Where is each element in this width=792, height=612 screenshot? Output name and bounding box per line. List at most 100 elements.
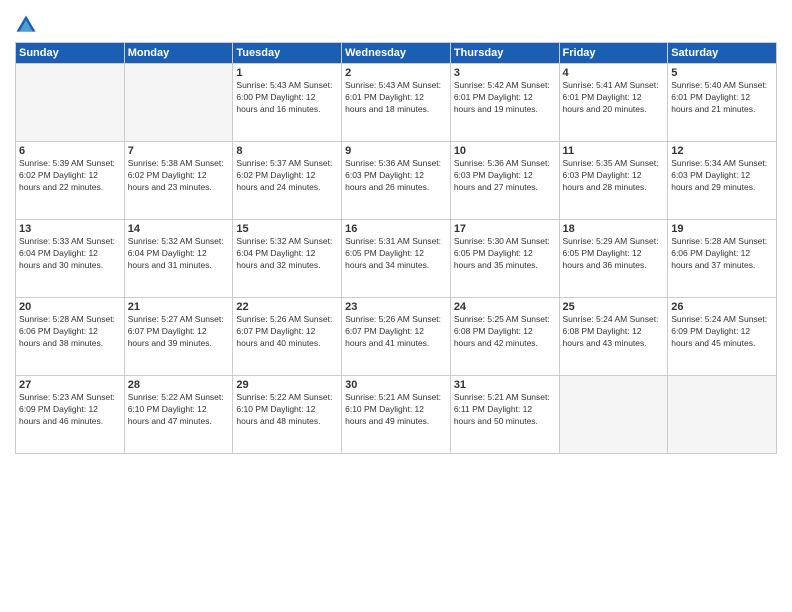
calendar-cell: 13Sunrise: 5:33 AM Sunset: 6:04 PM Dayli… bbox=[16, 220, 125, 298]
day-info: Sunrise: 5:28 AM Sunset: 6:06 PM Dayligh… bbox=[19, 314, 121, 350]
day-info: Sunrise: 5:31 AM Sunset: 6:05 PM Dayligh… bbox=[345, 236, 447, 272]
weekday-header: Monday bbox=[124, 43, 233, 64]
calendar-cell: 11Sunrise: 5:35 AM Sunset: 6:03 PM Dayli… bbox=[559, 142, 668, 220]
day-number: 5 bbox=[671, 67, 773, 79]
calendar-cell: 2Sunrise: 5:43 AM Sunset: 6:01 PM Daylig… bbox=[342, 64, 451, 142]
day-number: 30 bbox=[345, 379, 447, 391]
day-info: Sunrise: 5:36 AM Sunset: 6:03 PM Dayligh… bbox=[345, 158, 447, 194]
calendar-header: SundayMondayTuesdayWednesdayThursdayFrid… bbox=[16, 43, 777, 64]
calendar-cell: 3Sunrise: 5:42 AM Sunset: 6:01 PM Daylig… bbox=[450, 64, 559, 142]
calendar-cell bbox=[16, 64, 125, 142]
weekday-header: Friday bbox=[559, 43, 668, 64]
day-info: Sunrise: 5:22 AM Sunset: 6:10 PM Dayligh… bbox=[128, 392, 230, 428]
day-number: 17 bbox=[454, 223, 556, 235]
calendar-cell: 7Sunrise: 5:38 AM Sunset: 6:02 PM Daylig… bbox=[124, 142, 233, 220]
calendar-cell: 1Sunrise: 5:43 AM Sunset: 6:00 PM Daylig… bbox=[233, 64, 342, 142]
calendar-cell: 19Sunrise: 5:28 AM Sunset: 6:06 PM Dayli… bbox=[668, 220, 777, 298]
day-number: 18 bbox=[563, 223, 665, 235]
day-number: 20 bbox=[19, 301, 121, 313]
calendar-cell: 29Sunrise: 5:22 AM Sunset: 6:10 PM Dayli… bbox=[233, 376, 342, 454]
calendar-cell: 18Sunrise: 5:29 AM Sunset: 6:05 PM Dayli… bbox=[559, 220, 668, 298]
day-number: 10 bbox=[454, 145, 556, 157]
header bbox=[15, 10, 777, 36]
calendar-cell: 9Sunrise: 5:36 AM Sunset: 6:03 PM Daylig… bbox=[342, 142, 451, 220]
day-number: 8 bbox=[236, 145, 338, 157]
day-number: 1 bbox=[236, 67, 338, 79]
day-number: 21 bbox=[128, 301, 230, 313]
calendar-cell: 23Sunrise: 5:26 AM Sunset: 6:07 PM Dayli… bbox=[342, 298, 451, 376]
day-info: Sunrise: 5:37 AM Sunset: 6:02 PM Dayligh… bbox=[236, 158, 338, 194]
day-number: 11 bbox=[563, 145, 665, 157]
day-info: Sunrise: 5:27 AM Sunset: 6:07 PM Dayligh… bbox=[128, 314, 230, 350]
calendar-cell: 26Sunrise: 5:24 AM Sunset: 6:09 PM Dayli… bbox=[668, 298, 777, 376]
day-info: Sunrise: 5:35 AM Sunset: 6:03 PM Dayligh… bbox=[563, 158, 665, 194]
day-info: Sunrise: 5:42 AM Sunset: 6:01 PM Dayligh… bbox=[454, 80, 556, 116]
day-info: Sunrise: 5:26 AM Sunset: 6:07 PM Dayligh… bbox=[345, 314, 447, 350]
day-number: 25 bbox=[563, 301, 665, 313]
calendar-cell bbox=[559, 376, 668, 454]
day-info: Sunrise: 5:38 AM Sunset: 6:02 PM Dayligh… bbox=[128, 158, 230, 194]
calendar-cell: 20Sunrise: 5:28 AM Sunset: 6:06 PM Dayli… bbox=[16, 298, 125, 376]
weekday-header: Wednesday bbox=[342, 43, 451, 64]
calendar-cell: 14Sunrise: 5:32 AM Sunset: 6:04 PM Dayli… bbox=[124, 220, 233, 298]
day-number: 29 bbox=[236, 379, 338, 391]
day-info: Sunrise: 5:21 AM Sunset: 6:10 PM Dayligh… bbox=[345, 392, 447, 428]
day-info: Sunrise: 5:22 AM Sunset: 6:10 PM Dayligh… bbox=[236, 392, 338, 428]
day-number: 3 bbox=[454, 67, 556, 79]
calendar-cell: 25Sunrise: 5:24 AM Sunset: 6:08 PM Dayli… bbox=[559, 298, 668, 376]
calendar-cell bbox=[668, 376, 777, 454]
day-info: Sunrise: 5:24 AM Sunset: 6:09 PM Dayligh… bbox=[671, 314, 773, 350]
day-number: 13 bbox=[19, 223, 121, 235]
day-number: 12 bbox=[671, 145, 773, 157]
calendar-cell: 6Sunrise: 5:39 AM Sunset: 6:02 PM Daylig… bbox=[16, 142, 125, 220]
day-number: 26 bbox=[671, 301, 773, 313]
calendar-cell: 12Sunrise: 5:34 AM Sunset: 6:03 PM Dayli… bbox=[668, 142, 777, 220]
calendar-week-row: 13Sunrise: 5:33 AM Sunset: 6:04 PM Dayli… bbox=[16, 220, 777, 298]
calendar-cell: 31Sunrise: 5:21 AM Sunset: 6:11 PM Dayli… bbox=[450, 376, 559, 454]
day-number: 2 bbox=[345, 67, 447, 79]
day-number: 23 bbox=[345, 301, 447, 313]
calendar-cell: 28Sunrise: 5:22 AM Sunset: 6:10 PM Dayli… bbox=[124, 376, 233, 454]
day-info: Sunrise: 5:28 AM Sunset: 6:06 PM Dayligh… bbox=[671, 236, 773, 272]
day-number: 31 bbox=[454, 379, 556, 391]
calendar-week-row: 27Sunrise: 5:23 AM Sunset: 6:09 PM Dayli… bbox=[16, 376, 777, 454]
logo bbox=[15, 14, 41, 36]
day-number: 4 bbox=[563, 67, 665, 79]
weekday-row: SundayMondayTuesdayWednesdayThursdayFrid… bbox=[16, 43, 777, 64]
calendar-cell: 8Sunrise: 5:37 AM Sunset: 6:02 PM Daylig… bbox=[233, 142, 342, 220]
day-info: Sunrise: 5:33 AM Sunset: 6:04 PM Dayligh… bbox=[19, 236, 121, 272]
day-info: Sunrise: 5:34 AM Sunset: 6:03 PM Dayligh… bbox=[671, 158, 773, 194]
logo-icon bbox=[15, 14, 37, 36]
day-info: Sunrise: 5:29 AM Sunset: 6:05 PM Dayligh… bbox=[563, 236, 665, 272]
calendar-body: 1Sunrise: 5:43 AM Sunset: 6:00 PM Daylig… bbox=[16, 64, 777, 454]
day-number: 19 bbox=[671, 223, 773, 235]
calendar-week-row: 20Sunrise: 5:28 AM Sunset: 6:06 PM Dayli… bbox=[16, 298, 777, 376]
day-number: 9 bbox=[345, 145, 447, 157]
calendar-cell: 17Sunrise: 5:30 AM Sunset: 6:05 PM Dayli… bbox=[450, 220, 559, 298]
calendar-cell: 5Sunrise: 5:40 AM Sunset: 6:01 PM Daylig… bbox=[668, 64, 777, 142]
calendar-week-row: 1Sunrise: 5:43 AM Sunset: 6:00 PM Daylig… bbox=[16, 64, 777, 142]
day-info: Sunrise: 5:32 AM Sunset: 6:04 PM Dayligh… bbox=[236, 236, 338, 272]
day-number: 16 bbox=[345, 223, 447, 235]
day-number: 22 bbox=[236, 301, 338, 313]
day-info: Sunrise: 5:43 AM Sunset: 6:01 PM Dayligh… bbox=[345, 80, 447, 116]
day-info: Sunrise: 5:26 AM Sunset: 6:07 PM Dayligh… bbox=[236, 314, 338, 350]
calendar-cell: 16Sunrise: 5:31 AM Sunset: 6:05 PM Dayli… bbox=[342, 220, 451, 298]
calendar-cell bbox=[124, 64, 233, 142]
calendar-cell: 27Sunrise: 5:23 AM Sunset: 6:09 PM Dayli… bbox=[16, 376, 125, 454]
day-number: 15 bbox=[236, 223, 338, 235]
day-info: Sunrise: 5:23 AM Sunset: 6:09 PM Dayligh… bbox=[19, 392, 121, 428]
day-info: Sunrise: 5:24 AM Sunset: 6:08 PM Dayligh… bbox=[563, 314, 665, 350]
calendar-cell: 30Sunrise: 5:21 AM Sunset: 6:10 PM Dayli… bbox=[342, 376, 451, 454]
calendar-table: SundayMondayTuesdayWednesdayThursdayFrid… bbox=[15, 42, 777, 454]
calendar-cell: 24Sunrise: 5:25 AM Sunset: 6:08 PM Dayli… bbox=[450, 298, 559, 376]
day-info: Sunrise: 5:39 AM Sunset: 6:02 PM Dayligh… bbox=[19, 158, 121, 194]
day-number: 14 bbox=[128, 223, 230, 235]
day-info: Sunrise: 5:40 AM Sunset: 6:01 PM Dayligh… bbox=[671, 80, 773, 116]
calendar-cell: 15Sunrise: 5:32 AM Sunset: 6:04 PM Dayli… bbox=[233, 220, 342, 298]
page-container: SundayMondayTuesdayWednesdayThursdayFrid… bbox=[0, 0, 792, 464]
day-number: 28 bbox=[128, 379, 230, 391]
calendar-cell: 4Sunrise: 5:41 AM Sunset: 6:01 PM Daylig… bbox=[559, 64, 668, 142]
weekday-header: Tuesday bbox=[233, 43, 342, 64]
calendar-cell: 10Sunrise: 5:36 AM Sunset: 6:03 PM Dayli… bbox=[450, 142, 559, 220]
